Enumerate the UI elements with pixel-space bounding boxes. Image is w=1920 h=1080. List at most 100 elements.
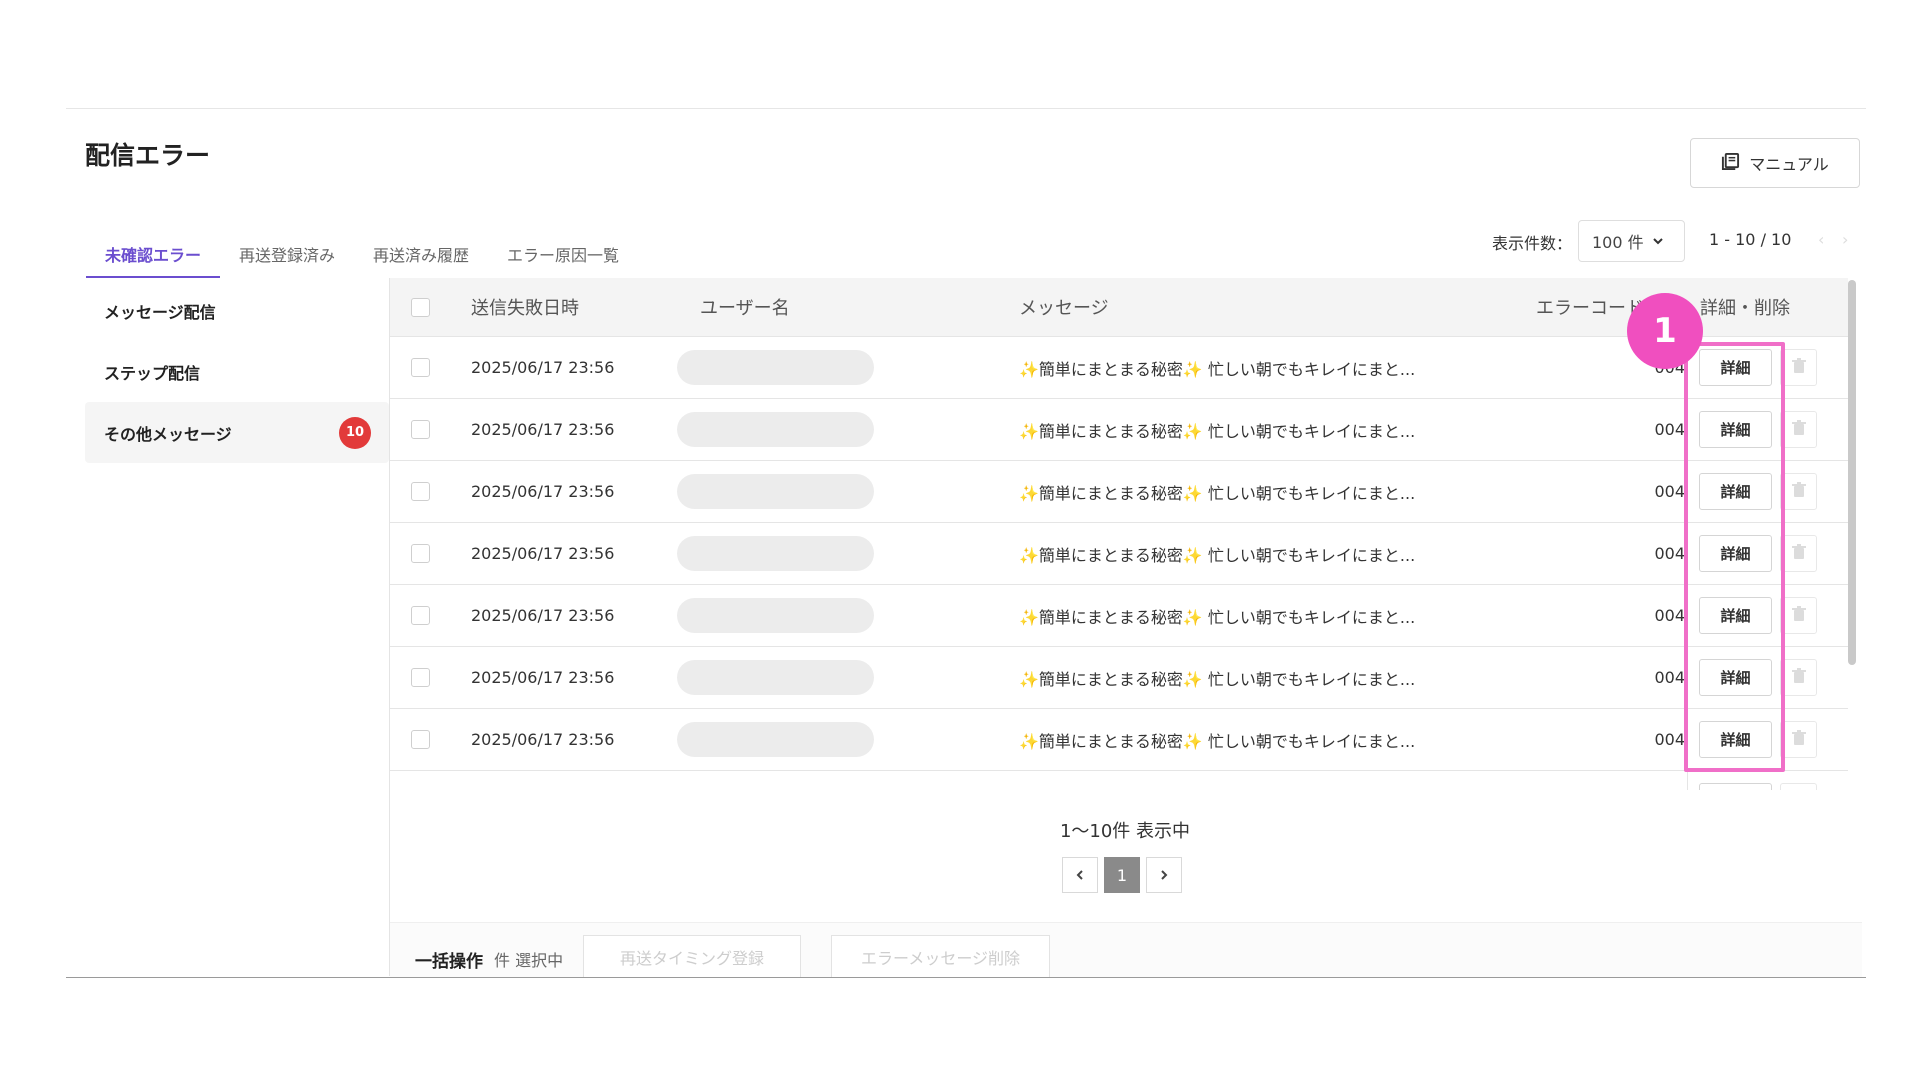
- row-date: 2025/06/17 23:56: [471, 730, 615, 749]
- sidebar-item-other-messages[interactable]: その他メッセージ 10: [85, 402, 389, 463]
- row-date: 2025/06/17 23:56: [471, 668, 615, 687]
- showing-count-text: 1～10件 表示中: [1059, 821, 1191, 842]
- table-row: 2025/06/17 23:56 ✨簡単にまとまる秘密✨ 忙しい朝でもキレイにまと…: [390, 461, 1848, 523]
- row-message: ✨簡単にまとまる秘密✨ 忙しい朝でもキレイにまと...: [1019, 359, 1416, 379]
- delete-button[interactable]: [1780, 535, 1817, 572]
- page-button[interactable]: 1: [1104, 857, 1140, 893]
- chevron-left-icon: [1074, 866, 1086, 885]
- detail-button[interactable]: [1699, 783, 1772, 790]
- row-checkbox[interactable]: [411, 730, 430, 749]
- sidebar-item-label: その他メッセージ: [104, 424, 232, 444]
- user-name-placeholder: [677, 722, 874, 757]
- display-count-select[interactable]: 100 件: [1578, 220, 1685, 262]
- row-checkbox[interactable]: [411, 482, 430, 501]
- row-error-code: 004: [1654, 606, 1685, 625]
- user-name-placeholder: [677, 660, 874, 695]
- next-arrow-icon[interactable]: ›: [1842, 230, 1848, 249]
- row-message: ✨簡単にまとまる秘密✨ 忙しい朝でもキレイにまと...: [1019, 545, 1416, 565]
- sidebar-item-step-delivery[interactable]: ステップ配信: [85, 341, 389, 402]
- row-date: 2025/06/17 23:56: [471, 544, 615, 563]
- step-number-marker: 1: [1627, 293, 1703, 369]
- trash-icon: [1791, 543, 1806, 564]
- chevron-right-icon: [1158, 866, 1170, 885]
- sidebar-item-label: ステップ配信: [104, 363, 201, 383]
- row-message: ✨簡単にまとまる秘密✨ 忙しい朝でもキレイにまと...: [1019, 731, 1416, 751]
- delete-button[interactable]: [1780, 597, 1817, 634]
- prev-arrow-icon[interactable]: ‹: [1818, 230, 1824, 249]
- row-checkbox[interactable]: [411, 668, 430, 687]
- header-message: メッセージ: [1019, 298, 1109, 319]
- table-row: 2025/06/17 23:56 ✨簡単にまとまる秘密✨ 忙しい朝でもキレイにまと…: [390, 585, 1848, 647]
- prev-page-button[interactable]: [1062, 857, 1098, 893]
- user-name-placeholder: [677, 536, 874, 571]
- tab-unconfirmed-errors[interactable]: 未確認エラー: [86, 228, 221, 278]
- chevron-down-icon: [1652, 232, 1664, 251]
- trash-icon: [1791, 605, 1806, 626]
- tab-resend-history[interactable]: 再送済み履歴: [354, 228, 488, 278]
- count-badge: 10: [339, 416, 371, 449]
- range-text: 1 - 10 / 10: [1709, 230, 1792, 249]
- error-tabs: 未確認エラー 再送登録済み 再送済み履歴 エラー原因一覧: [86, 228, 638, 278]
- error-table: 送信失敗日時 ユーザー名 メッセージ エラーコード 詳細・削除 2025/06/…: [390, 278, 1848, 790]
- header-error-code: エラーコード: [1536, 298, 1644, 319]
- row-error-code: 004: [1654, 482, 1685, 501]
- user-name-placeholder: [677, 474, 874, 509]
- bulk-selected-count: 件 選択中: [494, 951, 564, 970]
- manual-label: マニュアル: [1749, 155, 1829, 174]
- user-name-placeholder: [677, 412, 874, 447]
- row-checkbox[interactable]: [411, 420, 430, 439]
- sidebar-item-label: メッセージ配信: [104, 302, 216, 322]
- row-date: 2025/06/17 23:56: [471, 482, 615, 501]
- select-all-checkbox[interactable]: [411, 297, 430, 317]
- row-message: ✨簡単にまとまる秘密✨ 忙しい朝でもキレイにまと...: [1019, 669, 1416, 689]
- trash-icon: [1791, 667, 1806, 688]
- detail-column-highlight: [1684, 342, 1785, 772]
- table-row: 2025/06/17 23:56 ✨簡単にまとまる秘密✨ 忙しい朝でもキレイにまと…: [390, 647, 1848, 709]
- display-count-value: 100 件: [1592, 233, 1644, 252]
- row-checkbox[interactable]: [411, 606, 430, 625]
- table-row: 2025/06/17 23:56 ✨簡単にまとまる秘密✨ 忙しい朝でもキレイにまと…: [390, 399, 1848, 461]
- delete-button[interactable]: [1780, 411, 1817, 448]
- row-checkbox[interactable]: [411, 358, 430, 377]
- row-message: ✨簡単にまとまる秘密✨ 忙しい朝でもキレイにまと...: [1019, 607, 1416, 627]
- delete-button[interactable]: [1780, 473, 1817, 510]
- row-checkbox[interactable]: [411, 544, 430, 563]
- tab-resend-registered[interactable]: 再送登録済み: [220, 228, 354, 278]
- trash-icon: [1791, 419, 1806, 440]
- bulk-action-label: 一括操作: [415, 952, 483, 972]
- delete-button[interactable]: [1780, 721, 1817, 758]
- row-message: ✨簡単にまとまる秘密✨ 忙しい朝でもキレイにまと...: [1019, 483, 1416, 503]
- row-message: ✨簡単にまとまる秘密✨ 忙しい朝でもキレイにまと...: [1019, 421, 1416, 441]
- row-error-code: 004: [1654, 420, 1685, 439]
- row-date: 2025/06/17 23:56: [471, 358, 615, 377]
- row-error-code: 004: [1654, 668, 1685, 687]
- trash-icon: [1791, 481, 1806, 502]
- delete-button[interactable]: [1780, 659, 1817, 696]
- row-error-code: 004: [1654, 544, 1685, 563]
- next-page-button[interactable]: [1146, 857, 1182, 893]
- table-row: [390, 771, 1848, 790]
- header-actions: 詳細・削除: [1700, 298, 1790, 319]
- row-error-code: 004: [1654, 730, 1685, 749]
- table-body: 2025/06/17 23:56 ✨簡単にまとまる秘密✨ 忙しい朝でもキレイにまと…: [390, 337, 1848, 771]
- table-row: 2025/06/17 23:56 ✨簡単にまとまる秘密✨ 忙しい朝でもキレイにまと…: [390, 709, 1848, 771]
- column-divider: [1687, 771, 1688, 790]
- trash-icon: [1791, 357, 1806, 378]
- delete-button[interactable]: [1780, 783, 1817, 790]
- row-date: 2025/06/17 23:56: [471, 420, 615, 439]
- delete-button[interactable]: [1780, 349, 1817, 386]
- user-name-placeholder: [677, 350, 874, 385]
- sidebar-item-message-delivery[interactable]: メッセージ配信: [85, 280, 389, 341]
- delete-error-messages-button[interactable]: エラーメッセージ削除: [831, 935, 1050, 977]
- page-title: 配信エラー: [85, 141, 211, 170]
- resend-timing-button[interactable]: 再送タイミング登録: [583, 935, 801, 977]
- manual-button[interactable]: マニュアル: [1690, 138, 1860, 188]
- book-icon: [1721, 152, 1740, 175]
- display-count-label: 表示件数：: [1492, 234, 1573, 253]
- trash-icon: [1791, 729, 1806, 750]
- header-user: ユーザー名: [700, 298, 790, 319]
- row-date: 2025/06/17 23:56: [471, 606, 615, 625]
- user-name-placeholder: [677, 598, 874, 633]
- table-scrollbar[interactable]: [1848, 280, 1856, 665]
- tab-error-causes[interactable]: エラー原因一覧: [488, 228, 638, 278]
